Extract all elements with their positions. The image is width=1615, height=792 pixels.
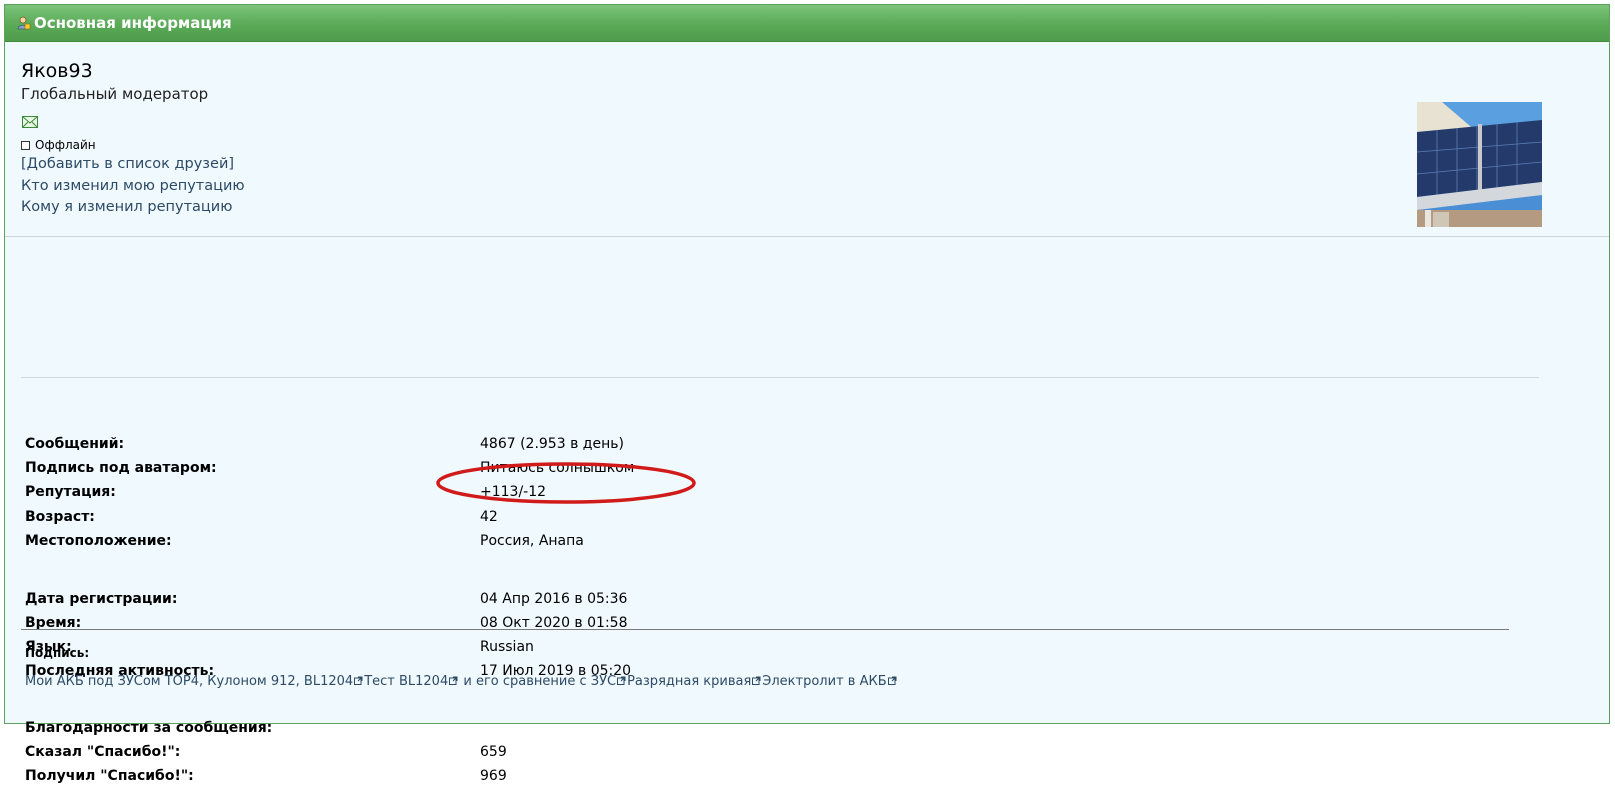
stat-row-age: Возраст: 42 [25, 509, 1525, 533]
stat-row-location: Местоположение: Россия, Анапа [25, 533, 1525, 557]
whom-changed-rep-link[interactable]: Кому я изменил репутацию [21, 199, 232, 215]
external-link-icon [449, 676, 458, 685]
stat-label: Местоположение: [25, 533, 172, 549]
user-rank: Глобальный модератор [21, 85, 209, 103]
signature-link[interactable]: Мои АКБ под ЗУСом TOP4, Кулоном 912, BL1… [25, 674, 353, 689]
external-link-icon [752, 676, 761, 685]
user-profile-icon [17, 16, 31, 30]
stat-label: Дата регистрации: [25, 591, 178, 607]
stat-row-reputation: Репутация: +113/-12 [25, 484, 1525, 508]
signature-link[interactable]: Разрядная кривая [627, 674, 751, 689]
signature-links: Мои АКБ под ЗУСом TOP4, Кулоном 912, BL1… [25, 674, 898, 689]
stat-value: 659 [480, 744, 507, 760]
external-link-icon [887, 676, 897, 685]
stat-value: 42 [480, 509, 498, 525]
thanks-heading: Благодарности за сообщения: [25, 720, 1525, 744]
stat-row-said-thanks: Сказал "Спасибо!": 659 [25, 744, 1525, 768]
who-changed-rep-link[interactable]: Кто изменил мою репутацию [21, 178, 245, 194]
stat-label: Получил "Спасибо!": [25, 768, 194, 784]
status-label: Оффлайн [35, 138, 96, 152]
profile-summary: Яков93 Глобальный модератор Оффлайн [Доб… [5, 42, 1609, 237]
stat-value: 04 Апр 2016 в 05:36 [480, 591, 628, 607]
section-divider [21, 377, 1539, 378]
thanks-title: Благодарности за сообщения: [25, 720, 273, 736]
stat-value: 4867 (2.953 в день) [480, 436, 624, 452]
panel-header: Основная информация [5, 5, 1609, 42]
stat-value: Russian [480, 639, 534, 655]
stat-row-signature: Подпись под аватаром: Питаюсь солнышком [25, 460, 1525, 484]
status-indicator-icon [21, 140, 30, 150]
stat-value: Россия, Анапа [480, 533, 584, 549]
stat-label: Репутация: [25, 484, 116, 500]
stat-value: 969 [480, 768, 507, 784]
stat-row-messages: Сообщений: 4867 (2.953 в день) [25, 436, 1525, 460]
mail-icon[interactable] [22, 116, 38, 128]
online-status: Оффлайн [21, 138, 96, 152]
stat-row-registration: Дата регистрации: 04 Апр 2016 в 05:36 [25, 591, 1525, 615]
stat-label: Подпись под аватаром: [25, 460, 217, 476]
add-friend-link[interactable]: [Добавить в список друзей] [21, 156, 234, 172]
external-link-icon [617, 676, 626, 685]
stat-label: Сообщений: [25, 436, 125, 452]
profile-panel: Основная информация Яков93 Глобальный мо… [4, 4, 1610, 784]
signature-link[interactable]: Электролит в АКБ [762, 674, 886, 689]
stat-row-language: Язык: Russian [25, 639, 1525, 663]
stat-row-time: Время: 08 Окт 2020 в 01:58 [25, 615, 1525, 639]
stat-row-got-thanks: Получил "Спасибо!": 969 [25, 768, 1525, 792]
stat-label: Возраст: [25, 509, 95, 525]
signature-link[interactable]: Тест BL1204 [364, 674, 448, 689]
signature-divider [21, 629, 1509, 630]
signature-link[interactable]: и его сравнение с ЗУС [459, 674, 616, 689]
username: Яков93 [21, 60, 93, 82]
stat-label: Сказал "Спасибо!": [25, 744, 181, 760]
stat-value: +113/-12 [480, 484, 547, 500]
stat-value: Питаюсь солнышком [480, 460, 635, 476]
external-link-icon [354, 676, 363, 685]
avatar [1417, 102, 1542, 227]
panel-title: Основная информация [34, 14, 232, 32]
signature-title: Подпись: [25, 646, 90, 660]
